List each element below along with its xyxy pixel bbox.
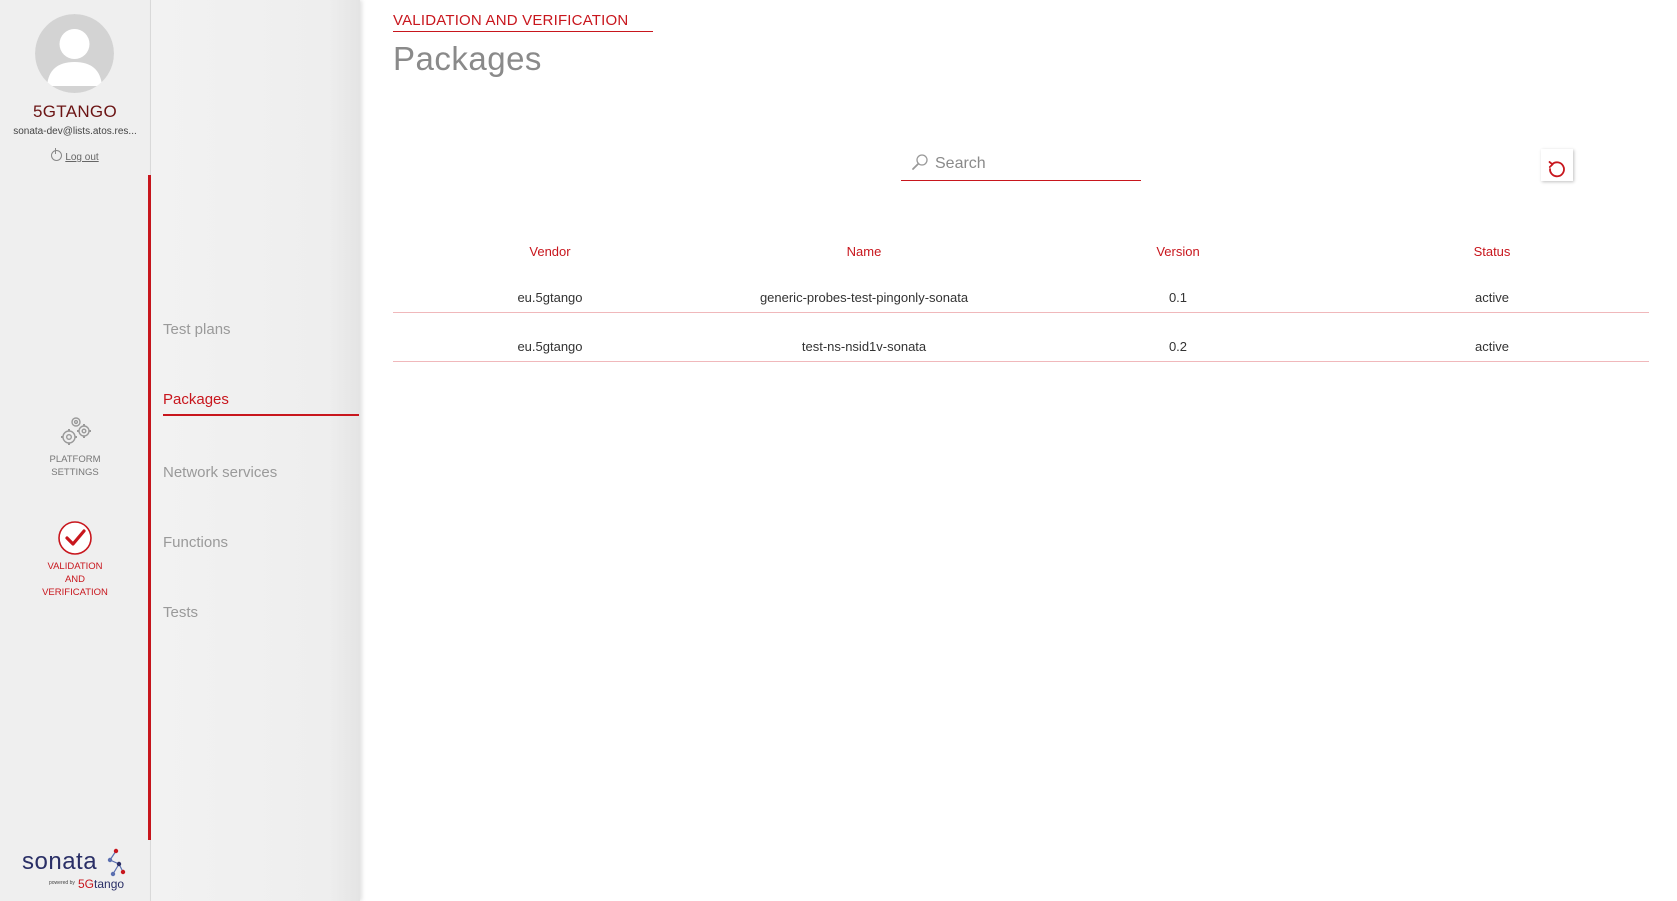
search-icon xyxy=(912,154,928,170)
rail-item-validation-verification[interactable]: VALIDATION AND VERIFICATION xyxy=(0,520,150,599)
left-rail: 5GTANGO sonata-dev@lists.atos.res... Log… xyxy=(0,0,151,901)
checkmark-circle-icon xyxy=(58,521,92,555)
user-name: 5GTANGO xyxy=(33,102,117,121)
subnav-item-test-plans[interactable]: Test plans xyxy=(163,321,359,344)
main-content: VALIDATION AND VERIFICATION Packages Ven… xyxy=(360,0,1677,901)
search-input[interactable] xyxy=(933,152,1137,176)
subnav-item-functions[interactable]: Functions xyxy=(163,534,359,557)
table-header: Vendor Name Version Status xyxy=(393,240,1649,264)
column-header-name[interactable]: Name xyxy=(707,240,1021,264)
table-row[interactable]: eu.5gtango test-ns-nsid1v-sonata 0.2 act… xyxy=(393,313,1649,362)
sub-navigation: Test plans Packages Network services Fun… xyxy=(151,0,360,901)
refresh-button[interactable] xyxy=(1541,149,1573,181)
avatar[interactable] xyxy=(35,14,114,93)
subnav-item-packages[interactable]: Packages xyxy=(163,391,359,416)
column-header-status[interactable]: Status xyxy=(1335,240,1649,264)
page-title: Packages xyxy=(393,40,542,77)
gears-icon xyxy=(61,417,91,445)
subnav-item-network-services[interactable]: Network services xyxy=(163,464,359,487)
user-email: sonata-dev@lists.atos.res... xyxy=(13,126,137,137)
cell-vendor: eu.5gtango xyxy=(517,290,583,305)
column-header-version[interactable]: Version xyxy=(1021,240,1335,264)
logo-5gtango: 5Gtango xyxy=(78,877,125,891)
user-silhouette-icon xyxy=(35,14,114,93)
logout-link[interactable]: Log out xyxy=(0,148,150,163)
section-title: VALIDATION AND VERIFICATION xyxy=(393,12,653,32)
sonata-logo: sonata powered by 5Gtango xyxy=(22,848,132,894)
subnav-item-tests[interactable]: Tests xyxy=(163,604,359,627)
network-nodes-icon xyxy=(107,848,126,877)
cell-status: active xyxy=(1475,339,1509,354)
rail-item-label: VALIDATION AND VERIFICATION xyxy=(42,561,108,598)
power-icon xyxy=(51,148,63,161)
rail-item-label: PLATFORM SETTINGS xyxy=(49,454,101,478)
column-header-vendor[interactable]: Vendor xyxy=(393,240,707,264)
cell-version: 0.2 xyxy=(1168,339,1188,354)
cell-version: 0.1 xyxy=(1168,290,1188,305)
logout-label: Log out xyxy=(65,152,99,163)
table-row[interactable]: eu.5gtango generic-probes-test-pingonly-… xyxy=(393,264,1649,313)
rail-item-platform-settings[interactable]: PLATFORM SETTINGS xyxy=(0,415,150,479)
refresh-icon xyxy=(1548,160,1565,177)
packages-table: Vendor Name Version Status eu.5gtango ge… xyxy=(393,240,1649,362)
cell-status: active xyxy=(1475,290,1509,305)
search-box xyxy=(901,148,1141,181)
cell-vendor: eu.5gtango xyxy=(517,339,583,354)
logo-powered-by: powered by xyxy=(49,880,75,886)
cell-name: test-ns-nsid1v-sonata xyxy=(801,339,927,354)
cell-name: generic-probes-test-pingonly-sonata xyxy=(759,290,969,305)
logo-wordmark: sonata xyxy=(22,848,98,875)
